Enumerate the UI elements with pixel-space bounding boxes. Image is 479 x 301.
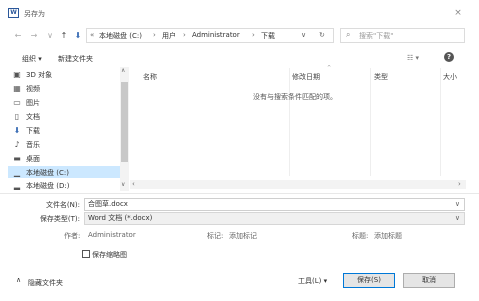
cube-icon: ▣	[13, 70, 21, 79]
up-arrow-icon[interactable]: ↑	[58, 30, 70, 42]
tools-menu-label: 工具(L)	[298, 277, 322, 285]
column-header-type[interactable]: 类型	[374, 72, 388, 82]
picture-icon: ▭	[13, 98, 21, 107]
new-folder-button[interactable]: 新建文件夹	[58, 54, 93, 64]
filetype-label: 保存类型(T):	[39, 215, 80, 223]
sidebar-item-pictures[interactable]: 图片	[26, 98, 40, 108]
column-divider	[289, 68, 290, 176]
address-dropdown-icon[interactable]: ∨	[301, 31, 306, 39]
music-icon: ♪	[14, 140, 20, 149]
scroll-left-icon[interactable]: ‹	[132, 180, 135, 188]
address-bar[interactable]: « 本地磁盘 (C:) › 用户 › Administrator › 下载 ∨ …	[86, 28, 334, 43]
column-header-size[interactable]: 大小	[443, 72, 457, 82]
breadcrumb-drive-c[interactable]: 本地磁盘 (C:)	[99, 31, 142, 41]
filetype-value: Word 文档 (*.docx)	[88, 214, 153, 222]
tags-label: 标记:	[207, 232, 224, 240]
sidebar-item-videos[interactable]: 视频	[26, 84, 40, 94]
file-list-hscrollbar[interactable]: ‹ ›	[130, 180, 466, 189]
window-title: 另存为	[24, 10, 45, 18]
breadcrumb-separator: ›	[183, 31, 186, 39]
organize-menu[interactable]: 组织 ▾	[22, 54, 42, 64]
breadcrumb-downloads[interactable]: 下载	[261, 31, 275, 41]
thumbnail-checkbox[interactable]	[82, 250, 90, 258]
scroll-up-icon[interactable]: ∧	[121, 67, 125, 74]
title-label: 标题:	[352, 232, 369, 240]
help-icon[interactable]: ?	[444, 52, 454, 62]
author-value[interactable]: Administrator	[88, 231, 136, 239]
forward-arrow-icon[interactable]: →	[28, 30, 40, 42]
breadcrumb-administrator[interactable]: Administrator	[192, 31, 240, 39]
desktop-icon: ▬	[13, 154, 21, 163]
empty-results-message: 没有与搜索条件匹配的项。	[253, 93, 337, 101]
filetype-dropdown-icon[interactable]: ∨	[455, 213, 460, 224]
sidebar-item-drive-c[interactable]: 本地磁盘 (C:)	[26, 168, 69, 178]
breadcrumb-separator: ›	[252, 31, 255, 39]
search-placeholder: 搜索"下载"	[359, 32, 394, 40]
drive-icon: ▂	[13, 181, 21, 190]
filename-dropdown-icon[interactable]: ∨	[455, 199, 460, 210]
tags-value[interactable]: 添加标记	[229, 231, 257, 241]
save-button[interactable]: 保存(S)	[343, 273, 395, 288]
filetype-select[interactable]: Word 文档 (*.docx) ∨	[84, 212, 465, 225]
column-header-modified[interactable]: 修改日期	[292, 72, 320, 82]
download-folder-icon: ⬇	[74, 31, 82, 40]
back-arrow-icon[interactable]: ←	[12, 30, 24, 42]
filename-value: 合图草.docx	[88, 200, 128, 208]
column-header-name[interactable]: 名称	[143, 72, 157, 82]
thumbnail-checkbox-label: 保存缩略图	[92, 251, 127, 259]
search-input[interactable]: ⌕ 搜索"下载"	[340, 28, 465, 43]
sidebar-item-drive-d[interactable]: 本地磁盘 (D:)	[26, 181, 69, 191]
column-divider	[440, 68, 441, 176]
filename-label: 文件名(N):	[45, 201, 80, 209]
download-icon: ⬇	[13, 126, 21, 135]
title-bar: W 另存为 ×	[0, 0, 479, 26]
title-value[interactable]: 添加标题	[374, 231, 402, 241]
search-icon: ⌕	[346, 30, 351, 39]
sidebar-item-3d-objects[interactable]: 3D 对象	[26, 70, 52, 80]
sidebar-item-documents[interactable]: 文档	[26, 112, 40, 122]
breadcrumb-separator: ›	[153, 31, 156, 39]
word-app-icon: W	[8, 8, 19, 18]
breadcrumb-users[interactable]: 用户	[162, 31, 176, 41]
dropdown-history-icon[interactable]: ∨	[44, 30, 56, 42]
sidebar-item-desktop[interactable]: 桌面	[26, 154, 40, 164]
chevron-up-icon[interactable]: ∧	[16, 276, 21, 284]
section-divider	[0, 193, 479, 194]
refresh-icon[interactable]: ↻	[319, 31, 325, 39]
sort-indicator-icon: ^	[327, 65, 332, 71]
column-divider	[370, 68, 371, 176]
document-icon: ▯	[14, 112, 20, 121]
sidebar-item-music[interactable]: 音乐	[26, 140, 40, 150]
video-icon: ▦	[13, 84, 21, 93]
cancel-button[interactable]: 取消	[403, 273, 455, 288]
scroll-down-icon[interactable]: ∨	[121, 181, 125, 188]
tools-menu[interactable]: 工具(L) ▾	[298, 276, 327, 286]
author-label: 作者:	[64, 232, 81, 240]
chevron-down-icon: ▾	[323, 277, 328, 285]
filename-field[interactable]: 合图草.docx ∨	[84, 198, 465, 211]
sidebar-item-downloads[interactable]: 下载	[26, 126, 40, 136]
scroll-right-icon[interactable]: ›	[458, 180, 461, 188]
sidebar-scrollbar-thumb[interactable]	[121, 82, 128, 162]
drive-icon: ▁	[13, 168, 21, 177]
close-icon[interactable]: ×	[451, 6, 465, 20]
breadcrumb-overflow[interactable]: «	[90, 31, 94, 39]
view-options-icon[interactable]: ☷ ▾	[407, 54, 419, 62]
hide-folders-button[interactable]: 隐藏文件夹	[28, 278, 63, 288]
